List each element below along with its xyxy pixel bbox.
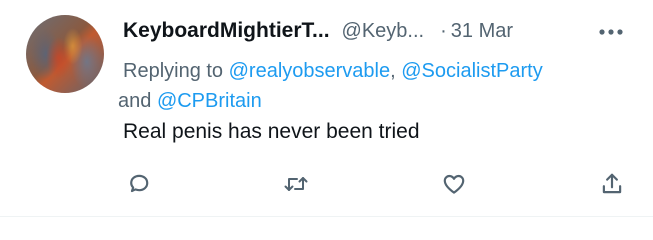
mention-link[interactable]: @realyobservable <box>229 60 391 82</box>
tweet-header: KeyboardMightierT... @Keyb... · 31 Mar <box>123 16 513 46</box>
share-button[interactable] <box>595 167 629 201</box>
mention-link[interactable]: @CPBritain <box>157 90 262 112</box>
tweet-divider <box>0 216 653 217</box>
mention-separator: , <box>390 60 402 82</box>
display-name[interactable]: KeyboardMightierT... <box>123 19 330 43</box>
user-handle[interactable]: @Keyb... <box>342 20 425 43</box>
share-upload-icon <box>599 171 625 197</box>
replying-to-line: Replying to @realyobservable, @Socialist… <box>118 56 633 116</box>
more-horizontal-icon <box>598 28 624 36</box>
tweet-card[interactable]: KeyboardMightierT... @Keyb... · 31 Mar R… <box>0 0 653 240</box>
like-button[interactable] <box>437 167 471 201</box>
tweet-text: Real penis has never been tried <box>123 120 420 143</box>
header-separator: · <box>440 19 447 42</box>
reply-button[interactable] <box>122 167 156 201</box>
avatar[interactable] <box>26 15 104 93</box>
tweet-date[interactable]: 31 Mar <box>451 20 513 43</box>
replying-to-label: Replying to <box>123 60 229 82</box>
retweet-icon <box>282 171 310 197</box>
retweet-button[interactable] <box>279 167 313 201</box>
reply-bubble-icon <box>126 171 152 197</box>
heart-icon <box>441 171 467 197</box>
mention-conjunction: and <box>118 90 157 112</box>
more-options-button[interactable] <box>593 20 629 44</box>
mention-link[interactable]: @SocialistParty <box>401 60 542 82</box>
